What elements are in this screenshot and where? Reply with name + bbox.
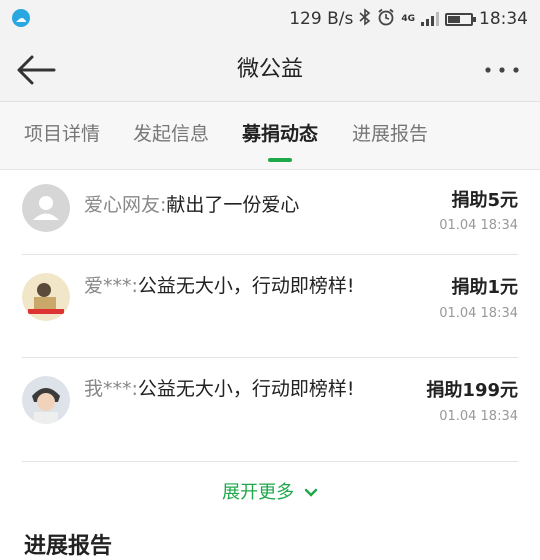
app-header: 微公益	[0, 38, 540, 102]
tab-initiator-info[interactable]: 发起信息	[133, 102, 209, 168]
donation-amount: 捐助5元	[451, 190, 518, 211]
donation-time: 01.04 18:34	[439, 218, 518, 233]
donation-text: 公益无大小，行动即榜样!	[137, 378, 355, 400]
arrow-left-icon	[17, 55, 56, 85]
network-type: 4G	[401, 13, 415, 24]
alarm-icon	[377, 8, 395, 30]
donor-name: 我***:	[84, 378, 138, 400]
donation-amount: 捐助1元	[451, 277, 518, 298]
user-photo-avatar	[22, 376, 70, 424]
more-dots-icon	[485, 67, 519, 73]
donor-name: 爱***:	[84, 275, 138, 297]
tab-label: 发起信息	[133, 123, 210, 145]
network-speed: 129 B/s	[289, 9, 354, 29]
signal-icon	[421, 12, 439, 26]
donation-message: 爱心网友:献出了一份爱心	[84, 190, 374, 220]
active-tab-indicator	[268, 158, 292, 162]
donation-time: 01.04 18:34	[439, 306, 518, 321]
more-button[interactable]	[482, 56, 522, 84]
tab-label: 募捐动态	[242, 123, 319, 145]
tab-label: 进展报告	[352, 123, 429, 145]
donor-name: 爱心网友:	[84, 194, 167, 216]
bluetooth-icon	[359, 8, 371, 30]
battery-icon	[445, 12, 476, 26]
user-photo-avatar	[22, 273, 70, 321]
clock-time: 18:34	[479, 9, 528, 29]
donation-list-item[interactable]: 我***:公益无大小，行动即榜样! 捐助199元 01.04 18:34	[0, 358, 540, 462]
default-user-avatar	[22, 184, 70, 232]
status-bar: ☁ 129 B/s 4G 18:34	[0, 0, 540, 38]
donation-text: 公益无大小，行动即榜样!	[137, 275, 355, 297]
cloud-app-icon: ☁	[12, 9, 30, 27]
donation-time: 01.04 18:34	[439, 409, 518, 424]
tab-bar: 项目详情 发起信息 募捐动态 进展报告	[0, 102, 540, 170]
page-title: 微公益	[236, 57, 303, 82]
tab-progress-report[interactable]: 进展报告	[352, 102, 428, 168]
expand-more-button[interactable]: 展开更多	[0, 478, 540, 512]
donation-text: 献出了一份爱心	[166, 194, 300, 216]
expand-more-label: 展开更多	[222, 482, 295, 503]
donation-amount: 捐助199元	[426, 380, 518, 401]
tab-label: 项目详情	[24, 123, 101, 145]
tab-donation-updates[interactable]: 募捐动态	[242, 102, 318, 168]
back-button[interactable]	[14, 50, 58, 90]
donation-message: 爱***:公益无大小，行动即榜样!	[84, 271, 374, 301]
divider	[22, 461, 518, 462]
donation-message: 我***:公益无大小，行动即榜样!	[84, 374, 374, 404]
status-bar-right: 129 B/s 4G 18:34	[289, 0, 528, 38]
tab-project-details[interactable]: 项目详情	[24, 102, 100, 168]
chevron-down-icon	[304, 488, 318, 497]
donation-list-item[interactable]: 爱***:公益无大小，行动即榜样! 捐助1元 01.04 18:34	[0, 255, 540, 359]
section-title: 进展报告	[24, 534, 113, 559]
